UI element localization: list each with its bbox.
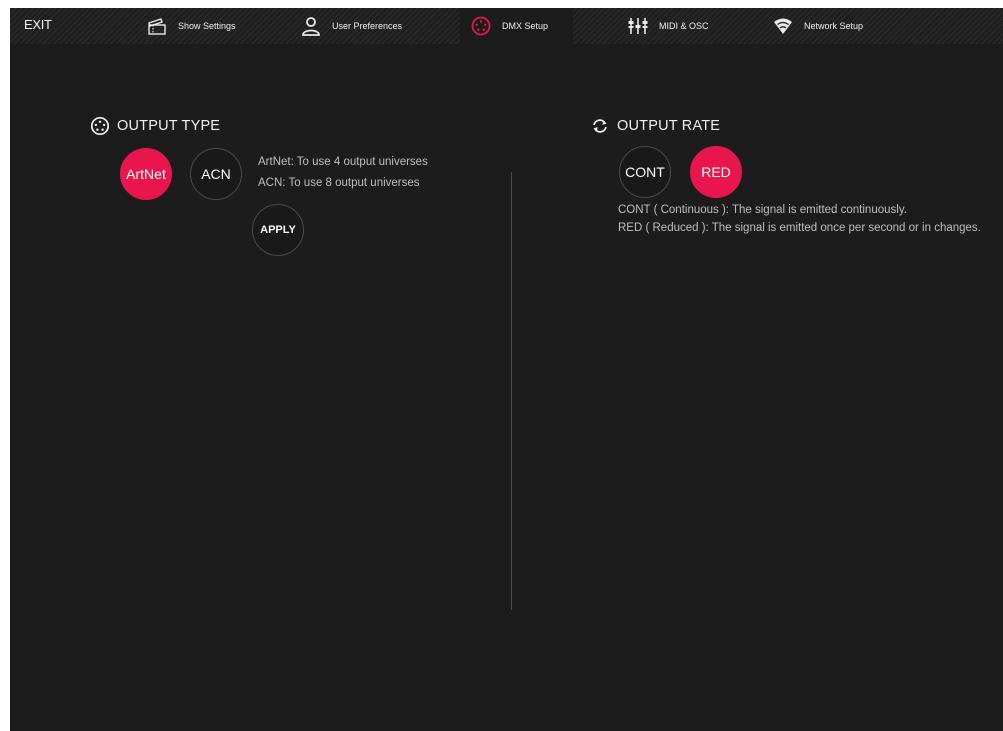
user-icon bbox=[300, 15, 322, 37]
tab-user-preferences[interactable]: User Preferences bbox=[300, 8, 402, 44]
acn-description: ACN: To use 8 output universes bbox=[258, 177, 420, 189]
tab-label: MIDI & OSC bbox=[659, 21, 709, 31]
tab-show-settings[interactable]: Show Settings bbox=[146, 8, 236, 44]
midi-sliders-icon bbox=[627, 15, 649, 37]
artnet-description: ArtNet: To use 4 output universes bbox=[258, 156, 428, 168]
output-rate-title: OUTPUT RATE bbox=[617, 118, 721, 134]
ticket-icon bbox=[146, 15, 168, 37]
red-option-button[interactable]: RED bbox=[690, 146, 742, 198]
dmx-connector-icon bbox=[470, 15, 492, 37]
tab-dmx-setup[interactable]: DMX Setup bbox=[470, 8, 548, 44]
red-description: RED ( Reduced ): The signal is emitted o… bbox=[618, 222, 981, 234]
tab-label: Show Settings bbox=[178, 21, 236, 31]
acn-option-button[interactable]: ACN bbox=[190, 148, 242, 200]
tab-label: Network Setup bbox=[804, 21, 864, 31]
dmx-setup-screen: EXIT Show Settings User Preferences DMX … bbox=[10, 8, 1003, 731]
section-divider bbox=[511, 172, 512, 610]
artnet-option-button[interactable]: ArtNet bbox=[120, 148, 172, 200]
apply-button[interactable]: APPLY bbox=[252, 204, 304, 256]
tab-network-setup[interactable]: Network Setup bbox=[772, 8, 863, 44]
dmx-connector-icon bbox=[90, 116, 110, 136]
tab-midi-osc[interactable]: MIDI & OSC bbox=[627, 8, 709, 44]
output-type-title: OUTPUT TYPE bbox=[117, 118, 221, 134]
refresh-icon bbox=[590, 116, 610, 136]
cont-description: CONT ( Continuous ): The signal is emitt… bbox=[618, 204, 907, 216]
wifi-icon bbox=[772, 15, 794, 37]
tab-label: DMX Setup bbox=[502, 21, 549, 31]
top-navigation-bar: EXIT Show Settings User Preferences DMX … bbox=[10, 8, 1003, 44]
output-type-header: OUTPUT TYPE bbox=[90, 116, 220, 136]
exit-button[interactable]: EXIT bbox=[24, 17, 52, 32]
cont-option-button[interactable]: CONT bbox=[619, 146, 671, 198]
tab-label: User Preferences bbox=[332, 21, 403, 31]
output-rate-header: OUTPUT RATE bbox=[590, 116, 720, 136]
